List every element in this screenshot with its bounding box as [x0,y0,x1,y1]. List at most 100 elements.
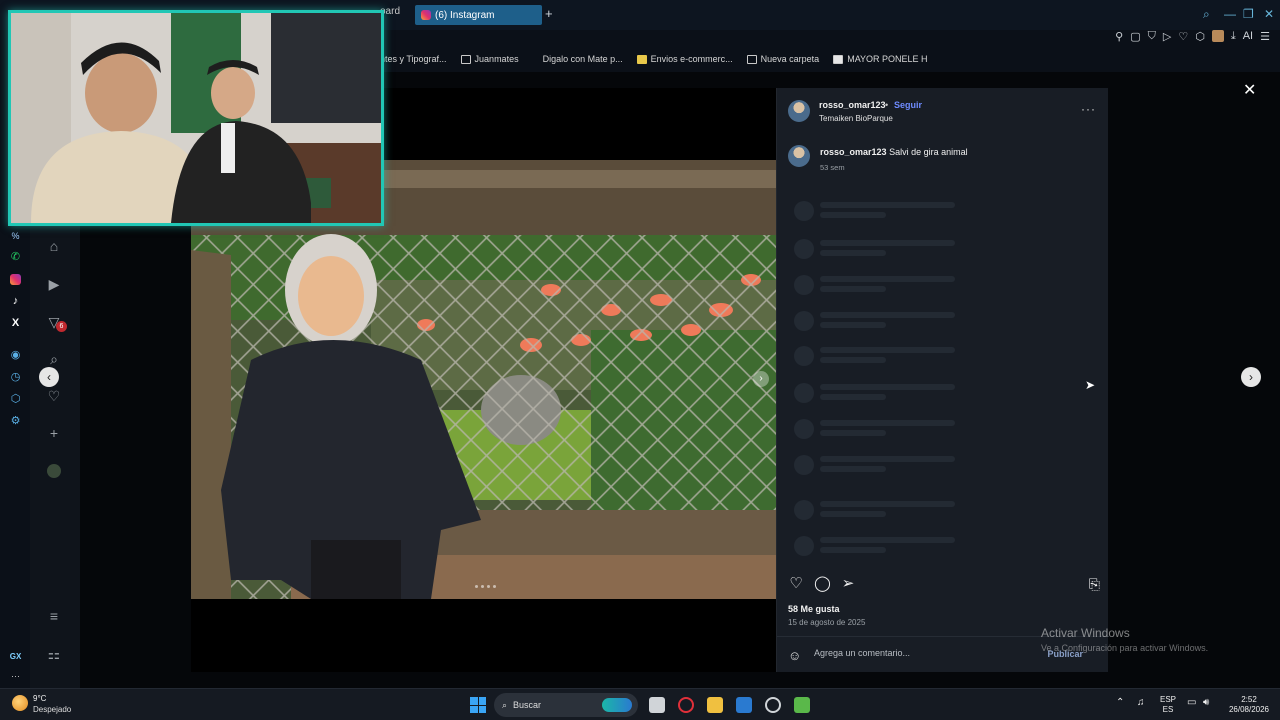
emoji-icon[interactable]: ☺ [788,648,801,663]
bookmark-item[interactable]: ntes y Tipograf... [380,54,447,64]
player-icon[interactable]: ◉ [9,349,22,362]
new-tab-button[interactable]: + [545,6,553,21]
carousel-next-button[interactable]: › [753,371,769,387]
history-icon[interactable]: ◷ [9,371,22,384]
activation-watermark-title: Activar Windows [1041,626,1130,640]
percent-label: % [11,231,20,241]
steam-icon[interactable] [765,697,781,713]
comment-bubble-icon[interactable]: ◯ [814,576,831,592]
caption-avatar[interactable] [788,145,810,167]
bookmark-item[interactable]: Envios e-commerc... [636,54,733,64]
author-username[interactable]: rosso_omar123 [819,100,886,110]
notification-badge: 6 [56,321,67,332]
profile-avatar-icon[interactable] [46,463,62,479]
carousel-dot [493,585,496,588]
reels-icon[interactable]: ▶ [46,276,62,292]
tab-instagram[interactable]: (6) Instagram [415,5,542,25]
settings-icon[interactable]: ⚙ [9,415,22,428]
minimize-button[interactable]: — [1224,7,1236,21]
skeleton-line [820,202,955,208]
weather-temperature[interactable]: 9°C [33,694,46,703]
whatsapp-icon[interactable]: ✆ [9,251,22,264]
instagram-sidebar-icon[interactable] [9,273,22,286]
notifications-icon[interactable]: ♡ [46,388,62,404]
next-post-button[interactable]: › [1241,367,1261,387]
share-send-icon[interactable]: ➢ [840,576,856,592]
skeleton-line [820,456,955,462]
bookmark-item[interactable]: MAYOR PONELE H [833,54,928,64]
close-modal-icon[interactable]: ✕ [1243,80,1256,100]
task-view-icon[interactable] [649,697,665,713]
post-details-panel: rosso_omar123 • Seguir Temaiken BioParqu… [776,88,1109,672]
tiktok-icon[interactable]: ♪ [9,295,22,308]
x-twitter-icon[interactable]: X [9,317,22,330]
previous-post-button[interactable]: ‹ [39,367,59,387]
opera-gx-icon[interactable] [678,697,694,713]
volume-icon[interactable]: 🔊︎ [1203,698,1209,708]
create-icon[interactable]: + [46,425,62,441]
skeleton-avatar [794,201,814,221]
profile-icon[interactable] [1211,30,1224,42]
save-bookmark-icon[interactable]: ⎘ [1089,576,1100,593]
file-explorer-icon[interactable] [707,697,723,713]
gx-label[interactable]: GX [9,650,22,663]
home-icon[interactable]: ⌂ [46,238,62,254]
language-indicator[interactable]: ESP ES [1160,695,1176,715]
heart-icon[interactable]: ♡ [1178,30,1188,46]
skeleton-line [820,384,955,390]
bookmark-item[interactable]: Digalo con Mate p... [543,54,623,64]
author-avatar[interactable] [788,100,810,122]
search-icon[interactable]: ⌕ [46,351,62,367]
more-options-icon[interactable]: ··· [1081,102,1096,116]
follow-button[interactable]: Seguir [894,100,922,110]
mouse-cursor-icon: ➤ [1085,378,1096,392]
post-date: 15 de agosto de 2025 [788,618,866,627]
weather-condition[interactable]: Despejado [33,705,71,714]
skeleton-line [820,250,886,256]
like-heart-icon[interactable]: ♡ [788,576,804,592]
window-close-button[interactable]: ✕ [1264,7,1274,21]
carousel-dot [481,585,484,588]
skeleton-line [820,511,886,517]
skeleton-line [820,394,886,400]
download-icon[interactable]: ⤓ [1231,30,1236,46]
comment-input[interactable] [814,648,1014,658]
windows-start-icon[interactable] [470,697,486,713]
extensions-icon[interactable]: ⬡ [1195,30,1205,46]
play-icon[interactable]: ▷ [1163,30,1171,46]
extensions-sidebar-icon[interactable]: ⬡ [9,393,22,406]
bookmark-favicon-icon [460,54,471,64]
skeleton-line [820,501,955,507]
skeleton-line [820,537,955,543]
skeleton-line [820,286,886,292]
sidebar-more-icon[interactable]: ··· [9,670,22,683]
bookmark-item[interactable]: Juanmates [460,54,519,64]
caption-username[interactable]: rosso_omar123 [820,147,887,157]
like-count[interactable]: 58 Me gusta [788,604,840,614]
store-icon[interactable] [736,697,752,713]
app-icon[interactable] [794,697,810,713]
bookmarks-bar: ntes y Tipograf... Juanmates Digalo con … [380,50,928,68]
instagram-icon [421,10,431,20]
snapshot-icon[interactable]: ▢ [1130,30,1140,46]
apps-icon[interactable]: ⚏ [46,646,62,662]
maximize-button[interactable]: ❐ [1243,7,1254,21]
skeleton-line [820,322,886,328]
pin-icon[interactable]: ⚲ [1115,30,1123,46]
menu-icon[interactable]: ☰ [1260,30,1270,46]
bookmark-folder[interactable]: Nueva carpeta [746,54,819,64]
microphone-icon[interactable]: ♫ [1137,698,1145,708]
post-location[interactable]: Temaiken BioParque [819,114,893,123]
network-icon[interactable]: ▭ [1187,698,1196,708]
bookmark-favicon-icon [833,54,844,64]
ai-button[interactable]: AI [1243,30,1253,46]
weather-icon[interactable] [12,695,28,711]
tray-overflow-icon[interactable]: ⌃ [1116,698,1124,708]
tab-search-icon[interactable]: ⌕ [1203,7,1210,22]
clock[interactable]: 2:52 26/08/2026 [1226,695,1272,715]
skeleton-avatar [794,239,814,259]
taskbar-search[interactable]: ⌕ Buscar [494,693,638,717]
skeleton-line [820,547,886,553]
more-menu-icon[interactable]: ≡ [46,608,62,624]
shield-icon[interactable]: ⛉ [1148,30,1156,46]
